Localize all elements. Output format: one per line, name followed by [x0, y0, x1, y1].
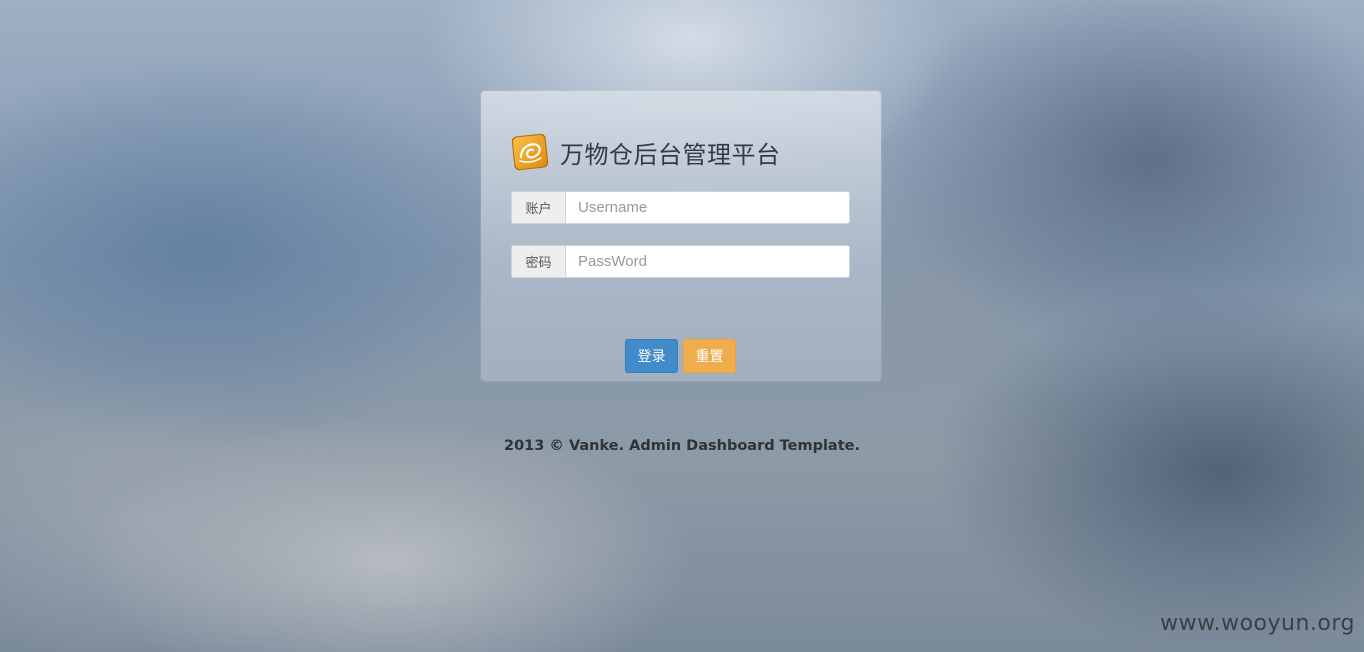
username-input[interactable]: [566, 192, 849, 223]
copyright-footer: 2013 © Vanke. Admin Dashboard Template.: [504, 438, 860, 454]
password-input[interactable]: [566, 246, 849, 277]
login-header: 万物仓后台管理平台: [511, 131, 781, 173]
password-field-group: 密码: [511, 245, 850, 278]
login-panel: 万物仓后台管理平台 账户 密码 登录 重置: [481, 91, 881, 381]
username-field-group: 账户: [511, 191, 850, 224]
watermark: www.wooyun.org: [1160, 611, 1355, 636]
reset-button[interactable]: 重置: [683, 339, 736, 373]
password-label: 密码: [512, 246, 566, 277]
page-title: 万物仓后台管理平台: [560, 140, 781, 169]
username-label: 账户: [512, 192, 566, 223]
login-button[interactable]: 登录: [625, 339, 678, 373]
vanke-logo-icon: [511, 133, 549, 171]
